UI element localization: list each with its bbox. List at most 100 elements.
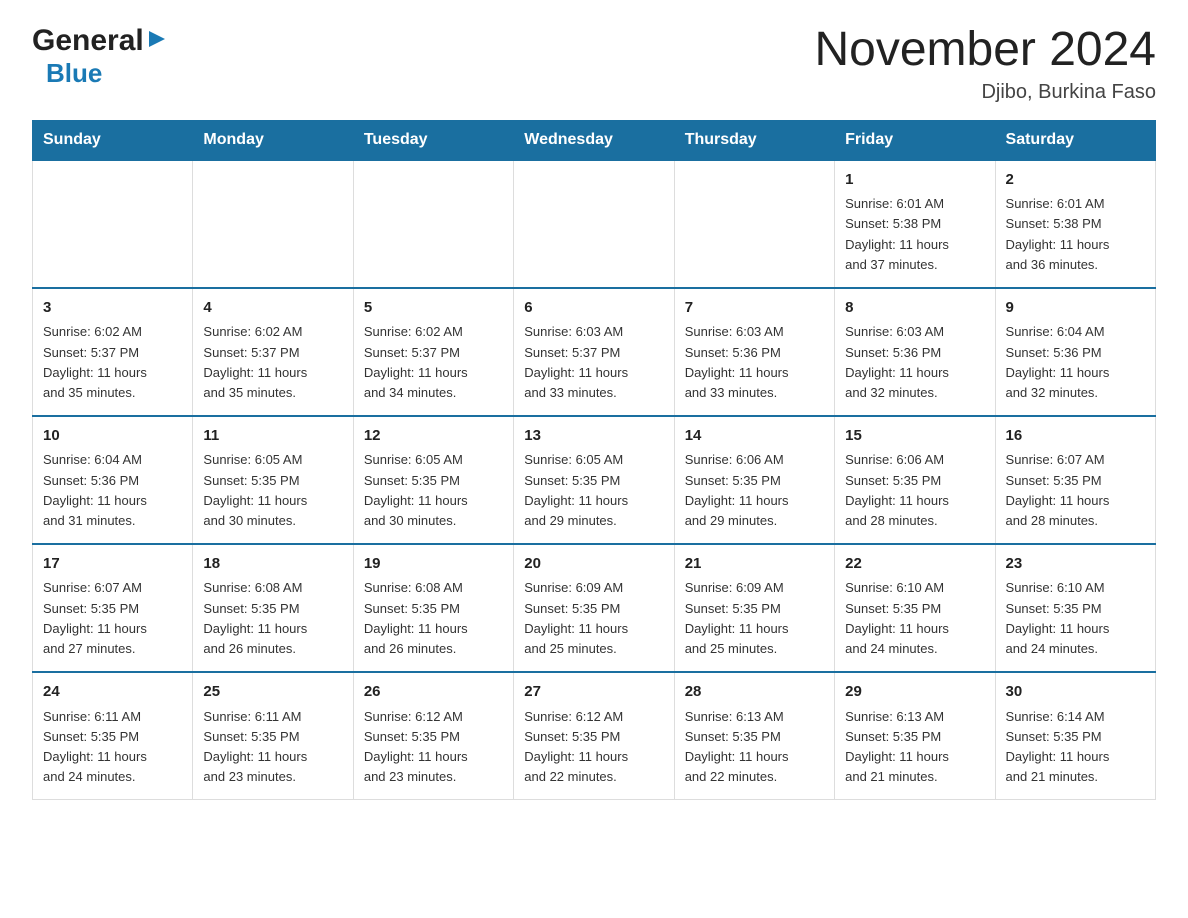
- day-number: 17: [43, 553, 182, 576]
- weekday-header-sunday: Sunday: [33, 120, 193, 160]
- day-info: Sunrise: 6:10 AM Sunset: 5:35 PM Dayligh…: [1006, 578, 1145, 659]
- weekday-header-saturday: Saturday: [995, 120, 1155, 160]
- weekday-header-tuesday: Tuesday: [353, 120, 513, 160]
- calendar-cell: 9Sunrise: 6:04 AM Sunset: 5:36 PM Daylig…: [995, 288, 1155, 416]
- calendar-cell: 28 Sunrise: 6:13 AM Sunset: 5:35 PM Dayli…: [674, 672, 834, 800]
- calendar-cell: 4Sunrise: 6:02 AM Sunset: 5:37 PM Daylig…: [193, 288, 353, 416]
- day-info: Sunrise: 6:09 AM Sunset: 5:35 PM Dayligh…: [524, 578, 663, 659]
- day-number: 6: [524, 297, 663, 320]
- calendar-week-row: 24Sunrise: 6:11 AM Sunset: 5:35 PM Dayli…: [33, 672, 1156, 800]
- day-number: 23: [1006, 553, 1145, 576]
- day-number: 28: [685, 681, 824, 704]
- day-number: 11: [203, 425, 342, 448]
- day-info: Sunrise: 6:02 AM Sunset: 5:37 PM Dayligh…: [203, 322, 342, 403]
- day-info: Sunrise: 6:09 AM Sunset: 5:35 PM Dayligh…: [685, 578, 824, 659]
- calendar-cell: 8Sunrise: 6:03 AM Sunset: 5:36 PM Daylig…: [835, 288, 995, 416]
- calendar-week-row: 3Sunrise: 6:02 AM Sunset: 5:37 PM Daylig…: [33, 288, 1156, 416]
- calendar-cell: 27 Sunrise: 6:12 AM Sunset: 5:35 PM Dayli…: [514, 672, 674, 800]
- day-info: Sunrise: 6:04 AM Sunset: 5:36 PM Dayligh…: [1006, 322, 1145, 403]
- calendar-cell: [33, 160, 193, 288]
- day-number: 19: [364, 553, 503, 576]
- calendar-cell: 22Sunrise: 6:10 AM Sunset: 5:35 PM Dayli…: [835, 544, 995, 672]
- calendar-cell: 17Sunrise: 6:07 AM Sunset: 5:35 PM Dayli…: [33, 544, 193, 672]
- day-info: Sunrise: 6:11 AM Sunset: 5:35 PM Dayligh…: [203, 707, 342, 788]
- day-info: Sunrise: 6:01 AM Sunset: 5:38 PM Dayligh…: [845, 194, 984, 275]
- calendar-cell: [514, 160, 674, 288]
- calendar-week-row: 17Sunrise: 6:07 AM Sunset: 5:35 PM Dayli…: [33, 544, 1156, 672]
- calendar-cell: 7Sunrise: 6:03 AM Sunset: 5:36 PM Daylig…: [674, 288, 834, 416]
- calendar-cell: 29Sunrise: 6:13 AM Sunset: 5:35 PM Dayli…: [835, 672, 995, 800]
- weekday-header-monday: Monday: [193, 120, 353, 160]
- day-number: 1: [845, 169, 984, 192]
- weekday-header-friday: Friday: [835, 120, 995, 160]
- day-info: Sunrise: 6:11 AM Sunset: 5:35 PM Dayligh…: [43, 707, 182, 788]
- day-info: Sunrise: 6:06 AM Sunset: 5:35 PM Dayligh…: [685, 450, 824, 531]
- calendar-cell: 14Sunrise: 6:06 AM Sunset: 5:35 PM Dayli…: [674, 416, 834, 544]
- calendar-cell: 3Sunrise: 6:02 AM Sunset: 5:37 PM Daylig…: [33, 288, 193, 416]
- calendar-cell: 25 Sunrise: 6:11 AM Sunset: 5:35 PM Dayli…: [193, 672, 353, 800]
- calendar-cell: 20Sunrise: 6:09 AM Sunset: 5:35 PM Dayli…: [514, 544, 674, 672]
- day-info: Sunrise: 6:04 AM Sunset: 5:36 PM Dayligh…: [43, 450, 182, 531]
- calendar-cell: 19Sunrise: 6:08 AM Sunset: 5:35 PM Dayli…: [353, 544, 513, 672]
- day-info: Sunrise: 6:12 AM Sunset: 5:35 PM Dayligh…: [524, 707, 663, 788]
- calendar-cell: 1Sunrise: 6:01 AM Sunset: 5:38 PM Daylig…: [835, 160, 995, 288]
- day-number: 9: [1006, 297, 1145, 320]
- day-number: 21: [685, 553, 824, 576]
- day-number: 30: [1006, 681, 1145, 704]
- day-number: 29: [845, 681, 984, 704]
- day-info: Sunrise: 6:10 AM Sunset: 5:35 PM Dayligh…: [845, 578, 984, 659]
- day-number: 5: [364, 297, 503, 320]
- calendar-cell: [353, 160, 513, 288]
- weekday-header-thursday: Thursday: [674, 120, 834, 160]
- calendar-cell: [193, 160, 353, 288]
- day-number: 20: [524, 553, 663, 576]
- day-number: 4: [203, 297, 342, 320]
- location-title: Djibo, Burkina Faso: [814, 81, 1156, 104]
- logo-triangle-icon: [147, 29, 167, 54]
- day-number: 27: [524, 681, 663, 704]
- logo-blue-text: Blue: [46, 58, 102, 89]
- day-info: Sunrise: 6:13 AM Sunset: 5:35 PM Dayligh…: [685, 707, 824, 788]
- title-area: November 2024 Djibo, Burkina Faso: [814, 24, 1156, 104]
- calendar-cell: 23Sunrise: 6:10 AM Sunset: 5:35 PM Dayli…: [995, 544, 1155, 672]
- day-number: 3: [43, 297, 182, 320]
- day-number: 25: [203, 681, 342, 704]
- calendar-cell: 18Sunrise: 6:08 AM Sunset: 5:35 PM Dayli…: [193, 544, 353, 672]
- day-info: Sunrise: 6:07 AM Sunset: 5:35 PM Dayligh…: [1006, 450, 1145, 531]
- calendar-cell: 24Sunrise: 6:11 AM Sunset: 5:35 PM Dayli…: [33, 672, 193, 800]
- day-number: 22: [845, 553, 984, 576]
- calendar-cell: 15Sunrise: 6:06 AM Sunset: 5:35 PM Dayli…: [835, 416, 995, 544]
- day-number: 7: [685, 297, 824, 320]
- day-info: Sunrise: 6:07 AM Sunset: 5:35 PM Dayligh…: [43, 578, 182, 659]
- day-info: Sunrise: 6:02 AM Sunset: 5:37 PM Dayligh…: [43, 322, 182, 403]
- day-info: Sunrise: 6:02 AM Sunset: 5:37 PM Dayligh…: [364, 322, 503, 403]
- calendar-week-row: 10Sunrise: 6:04 AM Sunset: 5:36 PM Dayli…: [33, 416, 1156, 544]
- calendar-cell: 11Sunrise: 6:05 AM Sunset: 5:35 PM Dayli…: [193, 416, 353, 544]
- day-number: 14: [685, 425, 824, 448]
- day-number: 15: [845, 425, 984, 448]
- calendar-cell: 5Sunrise: 6:02 AM Sunset: 5:37 PM Daylig…: [353, 288, 513, 416]
- calendar-cell: 21Sunrise: 6:09 AM Sunset: 5:35 PM Dayli…: [674, 544, 834, 672]
- day-info: Sunrise: 6:05 AM Sunset: 5:35 PM Dayligh…: [364, 450, 503, 531]
- weekday-header-row: SundayMondayTuesdayWednesdayThursdayFrid…: [33, 120, 1156, 160]
- header: General Blue November 2024 Djibo, Burkin…: [32, 24, 1156, 104]
- calendar-cell: 13Sunrise: 6:05 AM Sunset: 5:35 PM Dayli…: [514, 416, 674, 544]
- day-info: Sunrise: 6:03 AM Sunset: 5:36 PM Dayligh…: [845, 322, 984, 403]
- day-number: 10: [43, 425, 182, 448]
- day-info: Sunrise: 6:12 AM Sunset: 5:35 PM Dayligh…: [364, 707, 503, 788]
- calendar-cell: 10Sunrise: 6:04 AM Sunset: 5:36 PM Dayli…: [33, 416, 193, 544]
- day-info: Sunrise: 6:03 AM Sunset: 5:36 PM Dayligh…: [685, 322, 824, 403]
- day-info: Sunrise: 6:05 AM Sunset: 5:35 PM Dayligh…: [524, 450, 663, 531]
- logo-general-text: General: [32, 24, 144, 58]
- day-info: Sunrise: 6:03 AM Sunset: 5:37 PM Dayligh…: [524, 322, 663, 403]
- weekday-header-wednesday: Wednesday: [514, 120, 674, 160]
- day-number: 8: [845, 297, 984, 320]
- calendar-cell: 12Sunrise: 6:05 AM Sunset: 5:35 PM Dayli…: [353, 416, 513, 544]
- day-number: 2: [1006, 169, 1145, 192]
- calendar-cell: 2Sunrise: 6:01 AM Sunset: 5:38 PM Daylig…: [995, 160, 1155, 288]
- calendar-cell: 30Sunrise: 6:14 AM Sunset: 5:35 PM Dayli…: [995, 672, 1155, 800]
- calendar-week-row: 1Sunrise: 6:01 AM Sunset: 5:38 PM Daylig…: [33, 160, 1156, 288]
- day-number: 12: [364, 425, 503, 448]
- day-info: Sunrise: 6:06 AM Sunset: 5:35 PM Dayligh…: [845, 450, 984, 531]
- day-info: Sunrise: 6:05 AM Sunset: 5:35 PM Dayligh…: [203, 450, 342, 531]
